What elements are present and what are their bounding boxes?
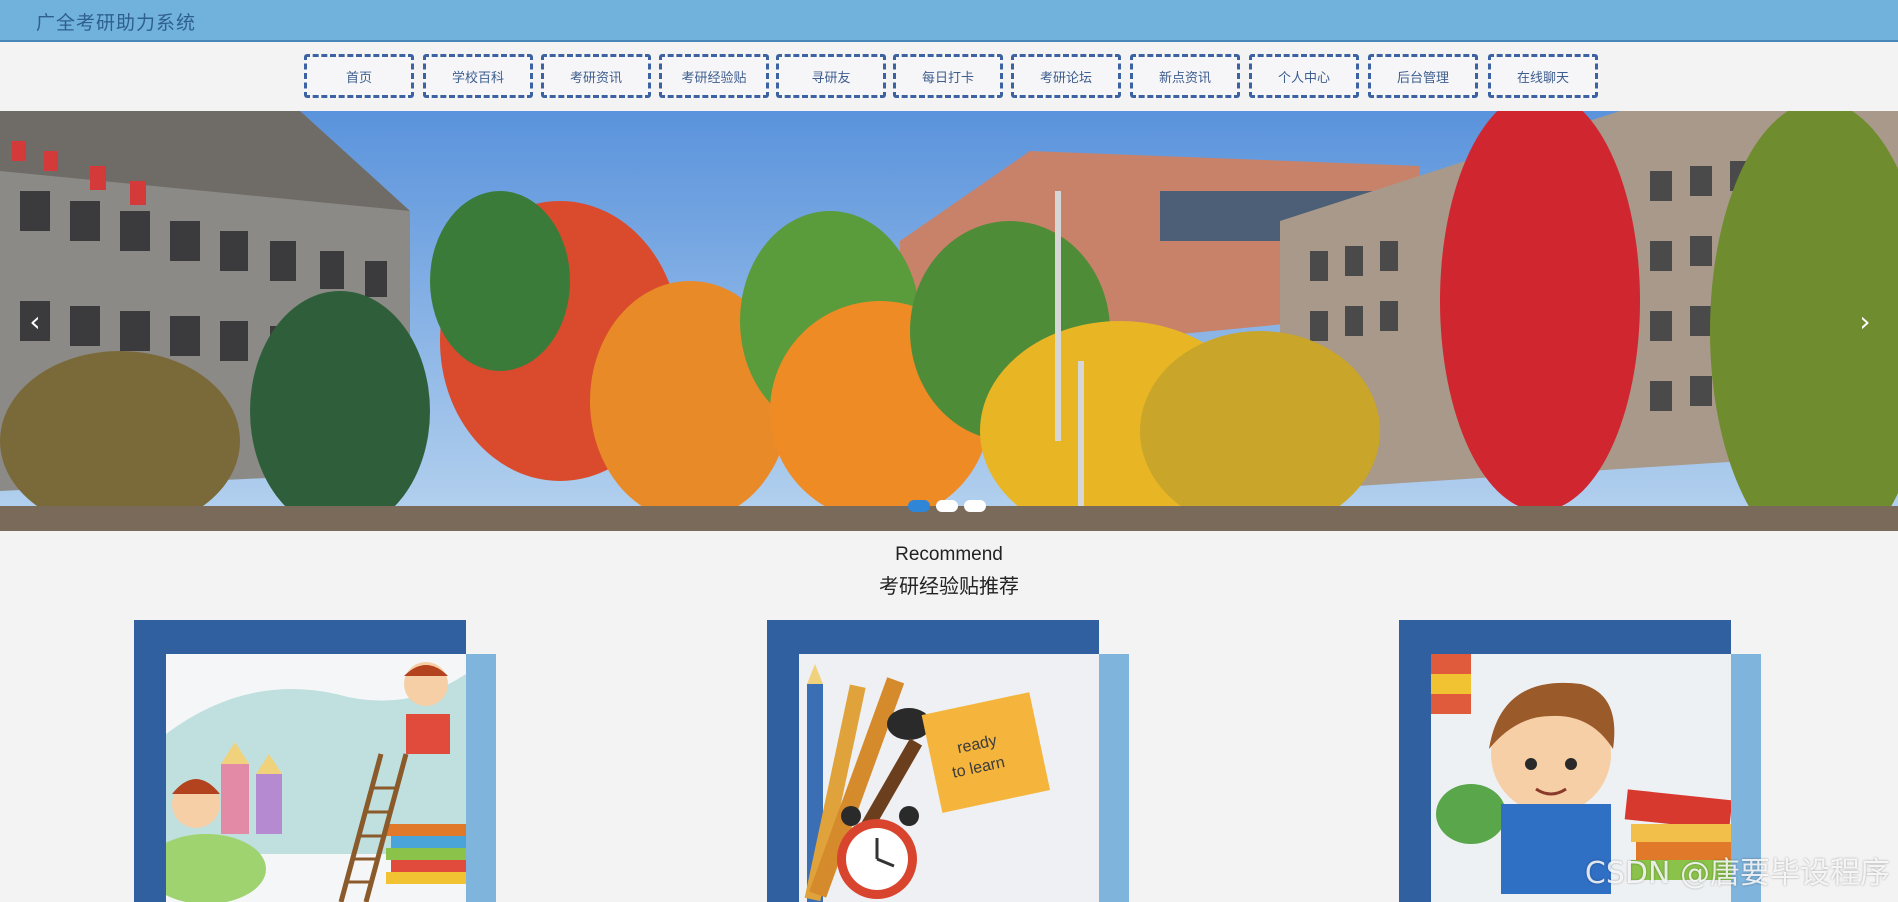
nav-item-exam-news[interactable]: 考研资讯 xyxy=(541,54,651,98)
nav-item-school-wiki[interactable]: 学校百科 xyxy=(423,54,533,98)
carousel-indicators xyxy=(908,500,986,512)
nav-item-personal-center[interactable]: 个人中心 xyxy=(1249,54,1359,98)
campus-autumn-photo xyxy=(0,111,1898,531)
carousel-dot-3[interactable] xyxy=(964,500,986,512)
banner-carousel[interactable]: ‹ › xyxy=(0,111,1898,531)
nav-item-experience-posts[interactable]: 考研经验贴 xyxy=(659,54,769,98)
recommend-title-cn: 考研经验贴推荐 xyxy=(879,574,1019,598)
nav-item-news[interactable]: 新点资讯 xyxy=(1130,54,1240,98)
nav-item-find-friends[interactable]: 寻研友 xyxy=(776,54,886,98)
nav-item-forum[interactable]: 考研论坛 xyxy=(1011,54,1121,98)
nav-item-admin[interactable]: 后台管理 xyxy=(1368,54,1478,98)
children-reading-illustration xyxy=(166,654,466,902)
nav-item-daily-checkin[interactable]: 每日打卡 xyxy=(893,54,1003,98)
pencils-clock-note-illustration: ready to learn xyxy=(799,654,1099,902)
carousel-dot-2[interactable] xyxy=(936,500,958,512)
carousel-prev-button[interactable]: ‹ xyxy=(20,307,50,337)
chevron-right-icon: › xyxy=(1859,305,1871,338)
chevron-left-icon: ‹ xyxy=(29,305,41,338)
recommend-title-en: Recommend xyxy=(895,544,1003,565)
recommend-card-2[interactable]: ready to learn xyxy=(767,620,1131,902)
csdn-watermark: CSDN @唐要毕设程序 xyxy=(1584,856,1890,891)
carousel-next-button[interactable]: › xyxy=(1850,307,1880,337)
main-nav: 首页 学校百科 考研资讯 考研经验贴 寻研友 每日打卡 考研论坛 新点资讯 个人… xyxy=(0,44,1898,110)
nav-item-home[interactable]: 首页 xyxy=(304,54,414,98)
top-bar: 广全考研助力系统 xyxy=(0,0,1898,42)
recommend-card-1[interactable] xyxy=(134,620,498,902)
carousel-dot-1[interactable] xyxy=(908,500,930,512)
site-title: 广全考研助力系统 xyxy=(36,12,197,34)
nav-item-online-chat[interactable]: 在线聊天 xyxy=(1488,54,1598,98)
